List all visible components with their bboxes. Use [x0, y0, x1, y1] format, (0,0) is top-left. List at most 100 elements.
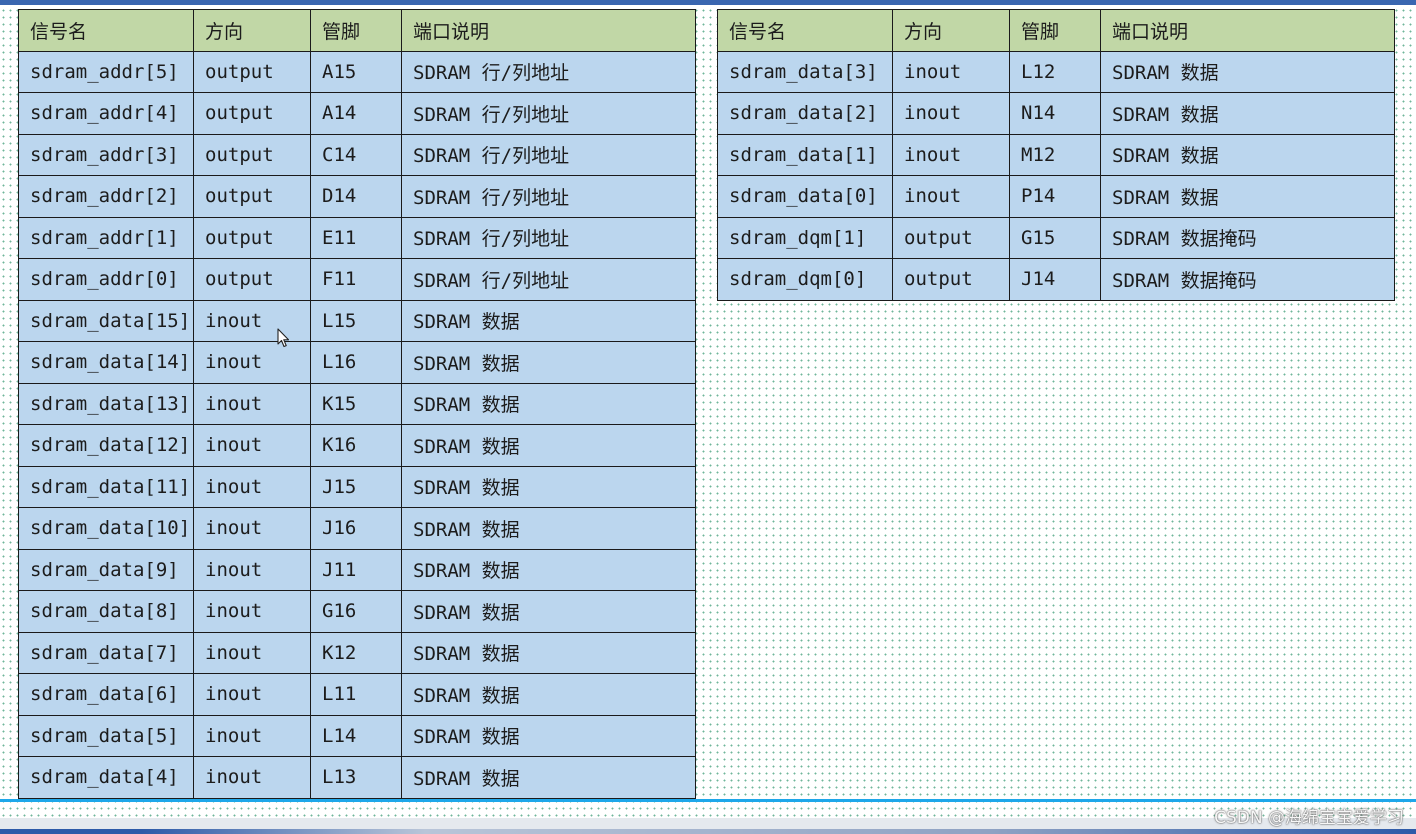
direction-cell: output: [892, 216, 1010, 259]
pin-cell: M12: [1009, 133, 1101, 176]
description-cell: SDRAM 数据: [401, 673, 696, 716]
table-row: sdram_data[12] inout K16 SDRAM 数据: [18, 424, 696, 467]
signal-name-cell: sdram_data[9]: [18, 548, 194, 591]
table-header-row: 信号名 方向 管脚 端口说明: [18, 9, 696, 52]
header-description: 端口说明: [401, 9, 696, 52]
pin-cell: G15: [1009, 216, 1101, 259]
pin-cell: K12: [310, 631, 402, 674]
description-cell: SDRAM 数据: [401, 382, 696, 425]
header-signal-name: 信号名: [717, 9, 893, 52]
table-row: sdram_dqm[0] output J14 SDRAM 数据掩码: [717, 258, 1395, 301]
table-row: sdram_data[2] inout N14 SDRAM 数据: [717, 92, 1395, 135]
description-cell: SDRAM 行/列地址: [401, 133, 696, 176]
direction-cell: inout: [193, 465, 311, 508]
direction-cell: inout: [193, 382, 311, 425]
signal-name-cell: sdram_addr[1]: [18, 216, 194, 259]
description-cell: SDRAM 数据: [401, 631, 696, 674]
description-cell: SDRAM 数据: [401, 341, 696, 384]
pin-cell: E11: [310, 216, 402, 259]
pin-cell: L15: [310, 299, 402, 342]
direction-cell: inout: [892, 92, 1010, 135]
signal-name-cell: sdram_data[7]: [18, 631, 194, 674]
signal-name-cell: sdram_data[8]: [18, 590, 194, 633]
signal-name-cell: sdram_data[3]: [717, 50, 893, 93]
direction-cell: inout: [193, 590, 311, 633]
description-cell: SDRAM 数据: [401, 548, 696, 591]
table-row: sdram_data[5] inout L14 SDRAM 数据: [18, 714, 696, 757]
pin-cell: A14: [310, 92, 402, 135]
table-row: sdram_data[15] inout L15 SDRAM 数据: [18, 299, 696, 342]
direction-cell: output: [193, 258, 311, 301]
description-cell: SDRAM 数据: [401, 590, 696, 633]
description-cell: SDRAM 行/列地址: [401, 216, 696, 259]
pin-cell: P14: [1009, 175, 1101, 218]
pin-cell: K15: [310, 382, 402, 425]
signal-name-cell: sdram_data[6]: [18, 673, 194, 716]
description-cell: SDRAM 数据: [1100, 50, 1395, 93]
pin-cell: J11: [310, 548, 402, 591]
pin-cell: A15: [310, 50, 402, 93]
pin-cell: J16: [310, 507, 402, 550]
signal-name-cell: sdram_data[14]: [18, 341, 194, 384]
pin-cell: J15: [310, 465, 402, 508]
signal-name-cell: sdram_data[10]: [18, 507, 194, 550]
taskbar-strip: [0, 829, 1416, 834]
table-row: sdram_data[7] inout K12 SDRAM 数据: [18, 631, 696, 674]
direction-cell: output: [892, 258, 1010, 301]
signal-name-cell: sdram_addr[5]: [18, 50, 194, 93]
header-direction: 方向: [193, 9, 311, 52]
pin-cell: G16: [310, 590, 402, 633]
table-row: sdram_addr[1] output E11 SDRAM 行/列地址: [18, 216, 696, 259]
table-row: sdram_addr[2] output D14 SDRAM 行/列地址: [18, 175, 696, 218]
table-row: sdram_addr[4] output A14 SDRAM 行/列地址: [18, 92, 696, 135]
signal-name-cell: sdram_addr[2]: [18, 175, 194, 218]
direction-cell: inout: [892, 133, 1010, 176]
description-cell: SDRAM 数据: [1100, 133, 1395, 176]
table-row: sdram_addr[0] output F11 SDRAM 行/列地址: [18, 258, 696, 301]
pin-cell: L16: [310, 341, 402, 384]
table-row: sdram_data[6] inout L11 SDRAM 数据: [18, 673, 696, 716]
description-cell: SDRAM 数据掩码: [1100, 258, 1395, 301]
pin-cell: L14: [310, 714, 402, 757]
signal-name-cell: sdram_data[4]: [18, 756, 194, 799]
pin-cell: K16: [310, 424, 402, 467]
direction-cell: output: [193, 92, 311, 135]
signal-name-cell: sdram_data[12]: [18, 424, 194, 467]
direction-cell: inout: [193, 299, 311, 342]
pin-cell: C14: [310, 133, 402, 176]
header-pin: 管脚: [310, 9, 402, 52]
table-header-row: 信号名 方向 管脚 端口说明: [717, 9, 1395, 52]
direction-cell: output: [193, 133, 311, 176]
signal-name-cell: sdram_data[1]: [717, 133, 893, 176]
signal-name-cell: sdram_addr[3]: [18, 133, 194, 176]
window-top-strip: [0, 0, 1416, 5]
table-row: sdram_data[3] inout L12 SDRAM 数据: [717, 50, 1395, 93]
description-cell: SDRAM 数据: [401, 465, 696, 508]
description-cell: SDRAM 行/列地址: [401, 92, 696, 135]
direction-cell: inout: [193, 341, 311, 384]
signal-name-cell: sdram_dqm[0]: [717, 258, 893, 301]
description-cell: SDRAM 数据: [1100, 92, 1395, 135]
signal-name-cell: sdram_addr[0]: [18, 258, 194, 301]
signal-name-cell: sdram_dqm[1]: [717, 216, 893, 259]
pin-cell: F11: [310, 258, 402, 301]
direction-cell: inout: [193, 631, 311, 674]
pin-cell: D14: [310, 175, 402, 218]
signal-name-cell: sdram_addr[4]: [18, 92, 194, 135]
direction-cell: output: [193, 216, 311, 259]
mouse-pointer-icon: [277, 328, 289, 348]
description-cell: SDRAM 数据: [1100, 175, 1395, 218]
table-row: sdram_data[0] inout P14 SDRAM 数据: [717, 175, 1395, 218]
table-row: sdram_data[4] inout L13 SDRAM 数据: [18, 756, 696, 799]
signal-name-cell: sdram_data[15]: [18, 299, 194, 342]
direction-cell: inout: [193, 714, 311, 757]
table-row: sdram_data[14] inout L16 SDRAM 数据: [18, 341, 696, 384]
description-cell: SDRAM 数据: [401, 424, 696, 467]
signal-name-cell: sdram_data[11]: [18, 465, 194, 508]
header-signal-name: 信号名: [18, 9, 194, 52]
direction-cell: inout: [193, 424, 311, 467]
table-row: sdram_data[13] inout K15 SDRAM 数据: [18, 382, 696, 425]
header-direction: 方向: [892, 9, 1010, 52]
table-row: sdram_data[10] inout J16 SDRAM 数据: [18, 507, 696, 550]
signal-name-cell: sdram_data[13]: [18, 382, 194, 425]
